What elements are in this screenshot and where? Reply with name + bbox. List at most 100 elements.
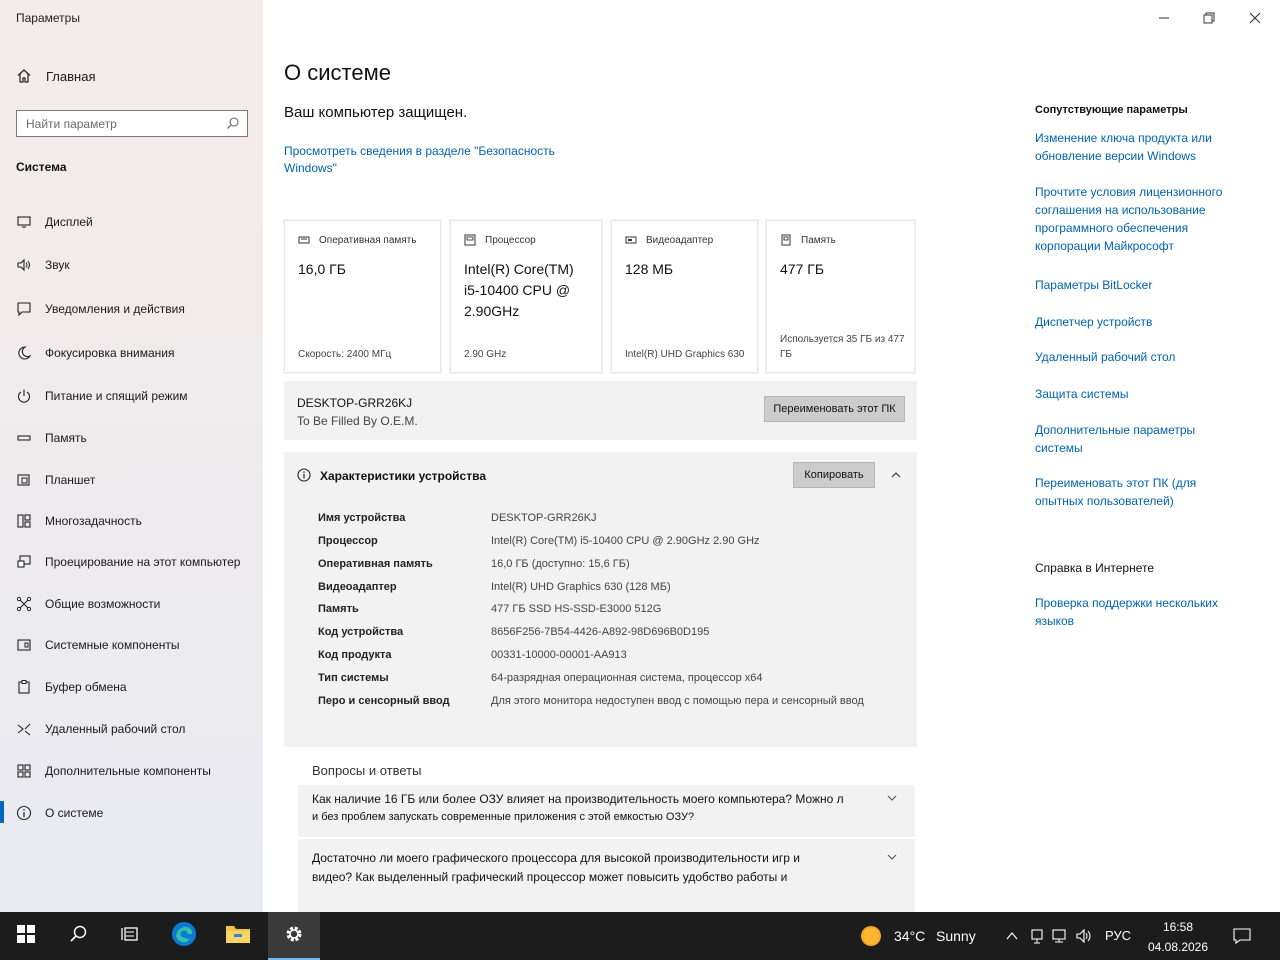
faq-item[interactable]: Как наличие 16 ГБ или более ОЗУ влияет н… <box>298 785 915 837</box>
action-center-icon[interactable] <box>1232 926 1252 951</box>
weather-temp[interactable]: 34°C <box>894 928 925 944</box>
related-link-device-manager[interactable]: Диспетчер устройств <box>1035 313 1230 331</box>
section-label: Система <box>16 160 67 174</box>
volume-icon[interactable] <box>1075 927 1095 950</box>
sidebar-item-power[interactable]: Питание и спящий режим <box>0 377 263 415</box>
restore-icon[interactable] <box>1199 8 1219 28</box>
search-icon <box>68 924 88 949</box>
related-link-rename-advanced[interactable]: Переименовать этот ПК (для опытных польз… <box>1035 474 1230 510</box>
sun-icon[interactable] <box>860 925 882 952</box>
sidebar-item-components[interactable]: Системные компоненты <box>0 626 263 664</box>
related-link-bitlocker[interactable]: Параметры BitLocker <box>1035 276 1230 294</box>
weather-desc[interactable]: Sunny <box>936 928 976 944</box>
sidebar-item-sound[interactable]: Звук <box>0 246 263 284</box>
sidebar-item-projection[interactable]: Проецирование на этот компьютер <box>0 543 263 581</box>
chevron-down-icon[interactable] <box>885 850 899 864</box>
related-settings-panel: Сопутствующие параметры Изменение ключа … <box>1023 0 1280 912</box>
sidebar-item-remote-desktop[interactable]: Удаленный рабочий стол <box>0 710 263 748</box>
edge-browser-button[interactable] <box>158 912 210 960</box>
grid-icon <box>16 763 32 779</box>
faq-item[interactable]: Достаточно ли моего графического процесс… <box>298 839 915 912</box>
sidebar-item-clipboard[interactable]: Буфер обмена <box>0 668 263 706</box>
spec-value: 16,0 ГБ (доступно: 15,6 ГБ) <box>491 558 630 570</box>
sidebar-item-label: Системные компоненты <box>45 638 180 652</box>
related-link-remote-desktop[interactable]: Удаленный рабочий стол <box>1035 348 1230 366</box>
sidebar-item-tablet[interactable]: Планшет <box>0 461 263 499</box>
rename-pc-button[interactable]: Переименовать этот ПК <box>764 396 905 422</box>
copy-button[interactable]: Копировать <box>793 462 875 488</box>
sidebar-item-label: Планшет <box>45 473 96 487</box>
sidebar-item-label: Уведомления и действия <box>45 302 185 316</box>
help-link-languages[interactable]: Проверка поддержки нескольких языков <box>1035 594 1230 630</box>
settings-taskbar-button[interactable] <box>268 912 320 960</box>
language-indicator[interactable]: РУС <box>1105 928 1131 943</box>
help-heading: Справка в Интернете <box>1035 561 1155 575</box>
start-button[interactable] <box>0 912 52 960</box>
home-button[interactable]: Главная <box>16 68 95 84</box>
main-content: О системе Ваш компьютер защищен. Просмот… <box>263 0 1023 912</box>
card-footer: Скорость: 2400 МГц <box>298 349 392 360</box>
spec-value: Intel(R) UHD Graphics 630 (128 МБ) <box>491 581 671 593</box>
sidebar-item-display[interactable]: Дисплей <box>0 203 263 241</box>
related-link-product-key[interactable]: Изменение ключа продукта или обновление … <box>1035 129 1230 165</box>
file-explorer-button[interactable] <box>212 912 264 960</box>
spec-row: Память 477 ГБ SSD HS-SSD-E3000 512G <box>318 603 908 623</box>
close-icon[interactable] <box>1245 8 1265 28</box>
moon-icon <box>16 345 32 361</box>
disk-icon <box>780 234 792 246</box>
storage-icon <box>16 430 32 446</box>
task-view-button[interactable] <box>104 912 156 960</box>
home-icon <box>16 68 32 84</box>
card-header: Оперативная память <box>319 234 417 246</box>
network-icon[interactable] <box>1051 927 1069 950</box>
sidebar-item-multitasking[interactable]: Многозадачность <box>0 502 263 540</box>
gear-icon <box>283 923 305 950</box>
card-footer: Intel(R) UHD Graphics 630 <box>625 349 745 360</box>
related-link-system-protection[interactable]: Защита системы <box>1035 385 1230 403</box>
faq-title: Вопросы и ответы <box>312 763 422 778</box>
sidebar-item-label: Удаленный рабочий стол <box>45 722 186 736</box>
speaker-icon <box>16 257 32 273</box>
sidebar-item-about[interactable]: О системе <box>0 794 263 832</box>
related-link-license[interactable]: Прочтите условия лицензионного соглашени… <box>1035 183 1230 255</box>
related-link-advanced-settings[interactable]: Дополнительные параметры системы <box>1035 421 1230 457</box>
sidebar-item-storage[interactable]: Память <box>0 419 263 457</box>
spec-key: Память <box>318 603 359 615</box>
display-icon <box>16 214 32 230</box>
pc-name: DESKTOP-GRR26KJ <box>297 396 413 410</box>
chevron-up-icon[interactable] <box>889 468 903 482</box>
sidebar-item-focus[interactable]: Фокусировка внимания <box>0 334 263 372</box>
chevron-up-icon[interactable] <box>1005 929 1019 948</box>
search-icon[interactable] <box>226 116 240 130</box>
cpu-icon <box>464 234 476 246</box>
clock[interactable]: 16:58 04.08.2026 <box>1140 917 1216 957</box>
card-value: 128 МБ <box>625 261 674 277</box>
windows-logo-icon <box>17 924 35 948</box>
pc-oem: To Be Filled By O.E.M. <box>297 414 418 428</box>
storage-card: Память 477 ГБ Используется 35 ГБ из 477 … <box>766 220 915 373</box>
sidebar-item-shared[interactable]: Общие возможности <box>0 585 263 623</box>
taskbar-search-button[interactable] <box>52 912 104 960</box>
app-title: Параметры <box>16 11 80 25</box>
spec-row: Оперативная память 16,0 ГБ (доступно: 15,… <box>318 558 908 578</box>
sidebar-item-label: О системе <box>45 806 104 820</box>
related-settings-heading: Сопутствующие параметры <box>1035 104 1188 116</box>
spec-key: Код продукта <box>318 649 392 661</box>
card-footer: Используется 35 ГБ из 477 ГБ <box>780 334 905 360</box>
sidebar-item-optional-features[interactable]: Дополнительные компоненты <box>0 752 263 790</box>
ram-icon <box>298 234 310 246</box>
sidebar-item-notifications[interactable]: Уведомления и действия <box>0 290 263 328</box>
chevron-down-icon[interactable] <box>885 791 899 805</box>
card-value: Intel(R) Core(TM) i5-10400 CPU @ 2.90GHz <box>464 261 574 319</box>
device-icon[interactable] <box>1029 927 1045 950</box>
sidebar-item-label: Память <box>45 431 87 445</box>
spec-row: Код устройства 8656F256-7B54-4426-A892-98… <box>318 626 908 646</box>
spec-key: Оперативная память <box>318 558 433 570</box>
search-input[interactable] <box>17 111 217 136</box>
spec-row: Видеоадаптер Intel(R) UHD Graphics 630 (1… <box>318 581 908 601</box>
security-details-link[interactable]: Просмотреть сведения в разделе "Безопасн… <box>284 143 574 177</box>
spec-row: Тип системы 64-разрядная операционная сис… <box>318 672 908 692</box>
spec-value: Для этого монитора недоступен ввод с пом… <box>491 695 864 707</box>
minimize-icon[interactable] <box>1154 8 1174 28</box>
search-box[interactable] <box>16 110 248 137</box>
